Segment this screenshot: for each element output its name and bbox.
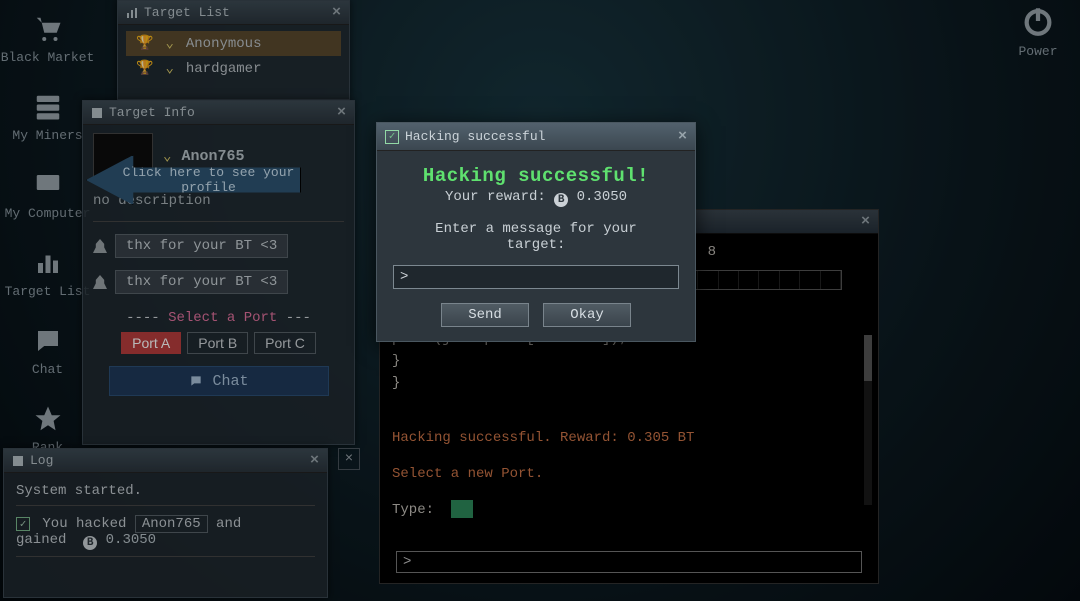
- modal-headline: Hacking successful!: [393, 165, 679, 187]
- check-icon: ✓: [385, 130, 399, 144]
- close-icon[interactable]: ×: [678, 125, 687, 149]
- send-button[interactable]: Send: [441, 303, 529, 327]
- modal-message-input[interactable]: [393, 265, 679, 289]
- modal-titlebar[interactable]: ✓ Hacking successful ×: [377, 123, 695, 151]
- modal-title: Hacking successful: [405, 125, 545, 149]
- coin-icon: B: [554, 193, 568, 207]
- modal-instruction: Enter a message for your target:: [393, 221, 679, 253]
- modal-reward: Your reward: B 0.3050: [393, 189, 679, 207]
- okay-button[interactable]: Okay: [543, 303, 631, 327]
- hacking-successful-modal: ✓ Hacking successful × Hacking successfu…: [376, 122, 696, 342]
